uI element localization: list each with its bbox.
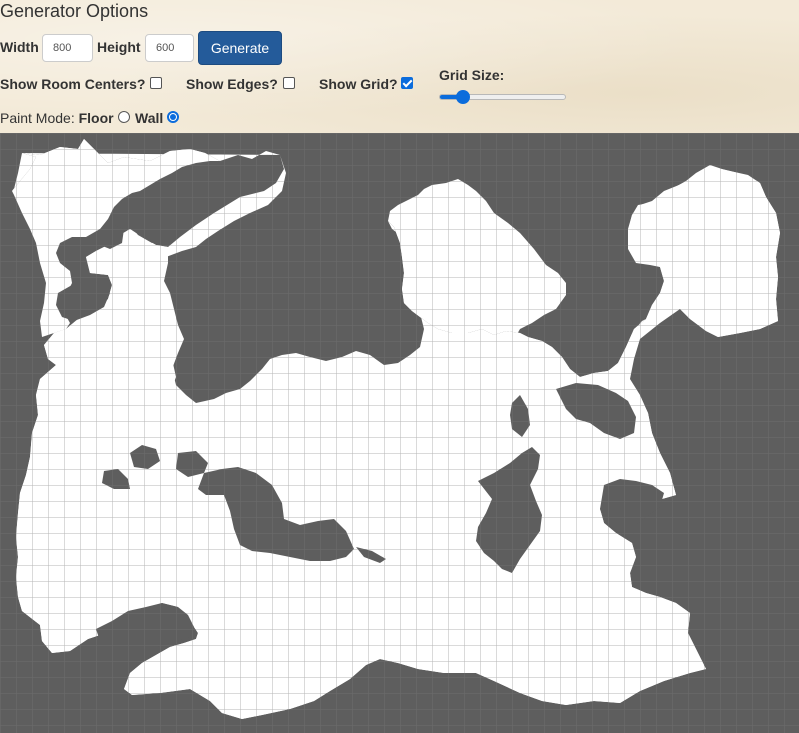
wall-radio[interactable] [167, 111, 179, 123]
grid-size-slider-thumb[interactable] [456, 90, 470, 104]
show-edges-checkbox[interactable] [283, 77, 295, 89]
width-input[interactable] [42, 34, 93, 62]
wall-label: Wall [135, 110, 164, 126]
panel-title: Generator Options [0, 1, 149, 21]
generate-button[interactable]: Generate [198, 31, 282, 65]
paint-mode-row: Paint Mode: Floor [0, 110, 114, 126]
show-room-centers-checkbox[interactable] [150, 77, 162, 89]
width-label: Width [0, 39, 39, 55]
paint-mode-label: Paint Mode: [0, 110, 75, 126]
show-grid-label: Show Grid? [319, 76, 398, 92]
grid-size-label: Grid Size: [439, 67, 505, 83]
height-label: Height [97, 39, 141, 55]
dungeon-map-canvas[interactable] [0, 133, 799, 733]
height-input[interactable] [145, 34, 194, 62]
grid-overlay [0, 133, 799, 733]
floor-radio[interactable] [118, 111, 130, 123]
show-room-centers-label: Show Room Centers? [0, 76, 146, 92]
show-edges-label: Show Edges? [186, 76, 278, 92]
dungeon-map-svg[interactable] [0, 133, 799, 733]
show-grid-checkbox[interactable] [401, 77, 413, 89]
floor-label: Floor [78, 110, 114, 126]
generator-options-panel: Generator Options Width Height Generate … [0, 0, 799, 133]
